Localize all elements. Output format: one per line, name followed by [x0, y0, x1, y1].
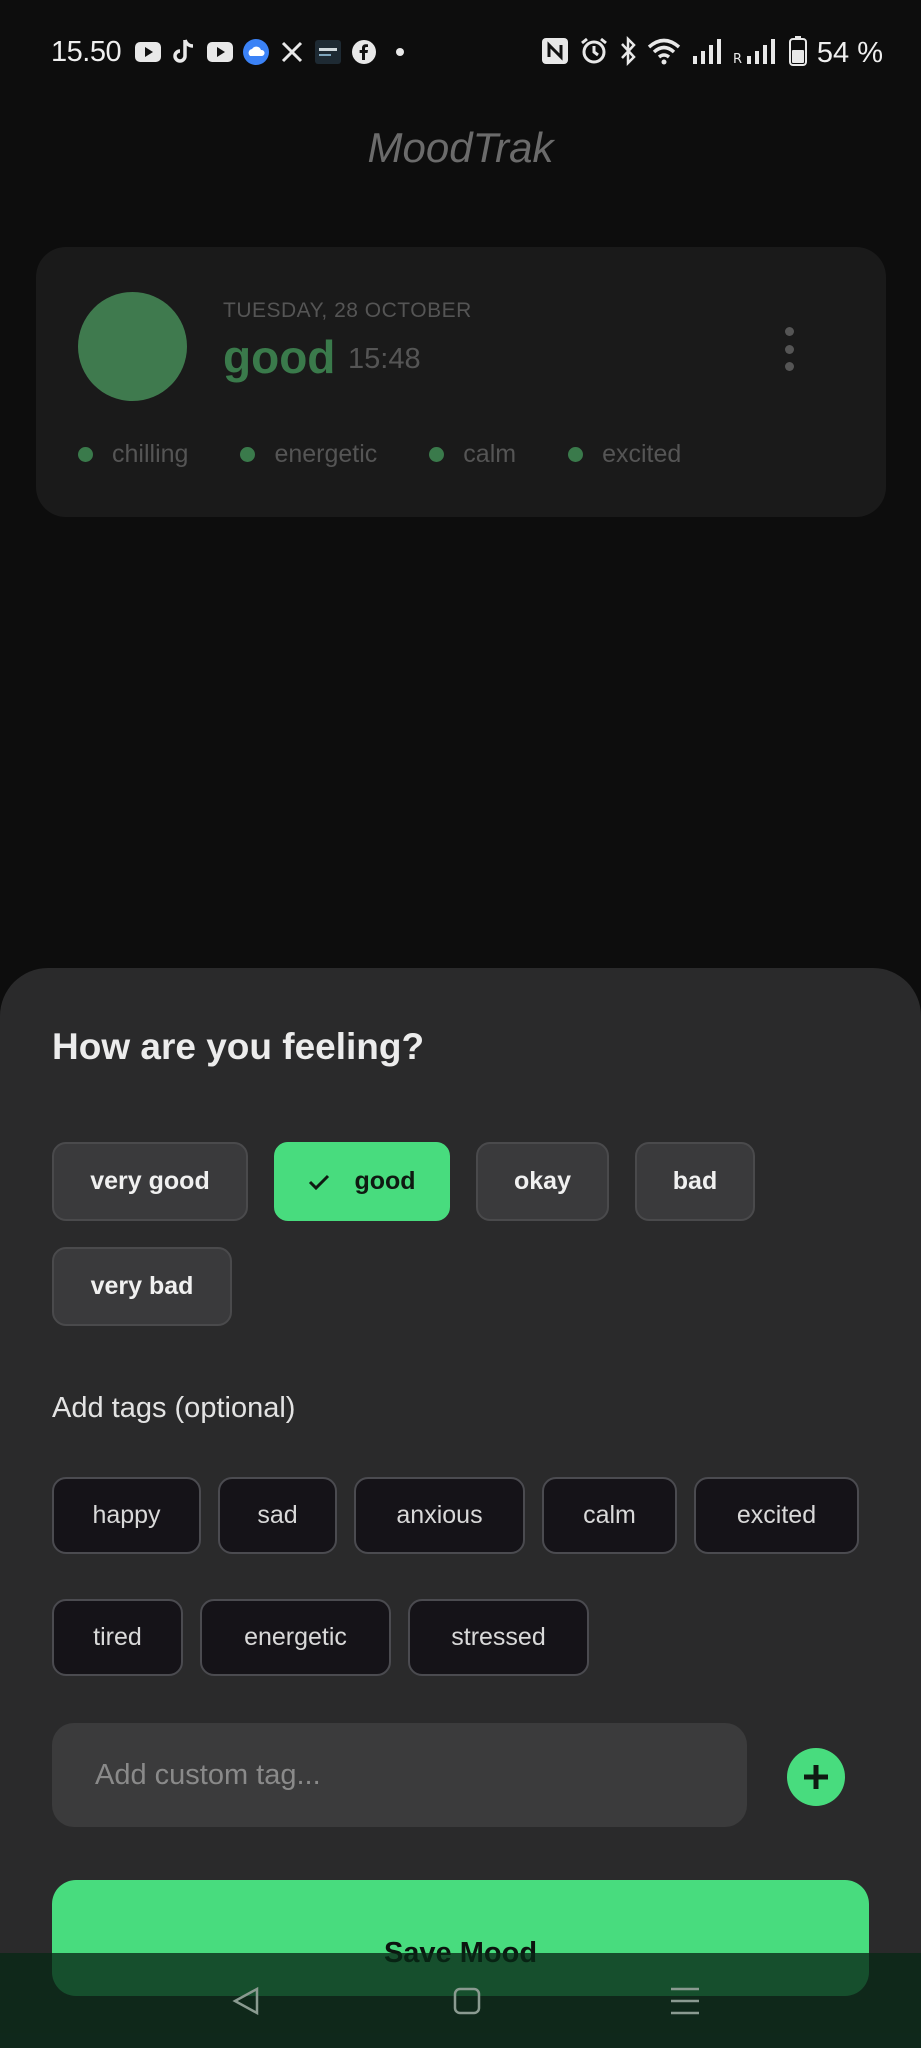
status-bar: 15.50 R 54 %	[0, 0, 921, 108]
tag-chip-calm[interactable]: calm	[542, 1477, 677, 1554]
entry-mood: good	[223, 331, 336, 383]
wifi-icon	[647, 37, 681, 70]
mood-chip-label: very good	[90, 1167, 210, 1195]
entry-tag-label: energetic	[274, 440, 378, 468]
youtube-icon	[134, 38, 162, 66]
recents-icon[interactable]	[667, 1983, 703, 2019]
add-tag-button[interactable]	[787, 1748, 845, 1806]
tag-chip-happy[interactable]: happy	[52, 1477, 201, 1554]
mood-chip-very-bad[interactable]: very bad	[52, 1247, 232, 1326]
notification-icons	[134, 38, 414, 66]
mood-chip-label: okay	[514, 1167, 571, 1195]
more-vert-icon[interactable]	[779, 327, 799, 371]
tag-chip-label: excited	[736, 1501, 817, 1529]
mood-chip-label: good	[354, 1167, 416, 1195]
entry-tag-label: chilling	[112, 440, 189, 468]
tag-chip-energetic[interactable]: energetic	[200, 1599, 391, 1676]
entry-tag-label: excited	[602, 440, 682, 468]
tag-chip-label: tired	[93, 1623, 142, 1651]
entry-tag: excited	[568, 440, 681, 469]
dot-icon	[386, 38, 414, 66]
system-icons: R 54 %	[541, 35, 883, 71]
mood-chip-bad[interactable]: bad	[635, 1142, 755, 1221]
check-icon	[309, 1174, 330, 1190]
sheet-title: How are you feeling?	[52, 1026, 425, 1067]
tag-dot	[429, 447, 445, 462]
tag-dot	[240, 447, 256, 462]
status-time: 15.50	[51, 36, 122, 68]
tag-chip-label: stressed	[451, 1623, 546, 1651]
x-icon	[278, 38, 306, 66]
plus-icon	[804, 1765, 828, 1789]
entry-tag: calm	[429, 440, 516, 469]
tag-dot	[568, 447, 584, 462]
entry-time: 15:48	[348, 343, 421, 375]
mood-entry-card[interactable]: TUESDAY, 28 OCTOBER good 15:48 chilling …	[36, 247, 886, 517]
tag-chip-label: sad	[257, 1501, 298, 1529]
tag-chip-label: anxious	[396, 1501, 483, 1529]
svg-text:R: R	[733, 52, 742, 64]
app-title: MoodTrak	[367, 124, 554, 171]
mood-chip-okay[interactable]: okay	[476, 1142, 609, 1221]
battery-icon	[788, 36, 807, 71]
tag-dot	[78, 447, 93, 462]
tag-chip-tired[interactable]: tired	[52, 1599, 183, 1676]
navigation-bar	[0, 1953, 921, 2048]
alarm-icon	[579, 36, 609, 71]
tag-chip-label: happy	[92, 1501, 161, 1529]
tag-chip-label: calm	[583, 1501, 636, 1529]
custom-tag-input[interactable]	[52, 1723, 747, 1827]
news-icon	[314, 38, 342, 66]
youtube-icon	[206, 38, 234, 66]
tag-chip-excited[interactable]: excited	[694, 1477, 859, 1554]
tiktok-icon	[170, 38, 198, 66]
mood-bottom-sheet: How are you feeling? very good good okay…	[0, 968, 921, 2048]
tag-chip-anxious[interactable]: anxious	[354, 1477, 525, 1554]
entry-tag-label: calm	[463, 440, 517, 468]
signal-roaming-icon: R	[733, 38, 779, 69]
mood-avatar	[78, 292, 187, 401]
signal-icon	[691, 38, 723, 69]
nfc-icon	[541, 37, 569, 70]
mood-chip-label: bad	[672, 1167, 718, 1195]
mood-chip-very-good[interactable]: very good	[52, 1142, 248, 1221]
mood-chip-label: very bad	[90, 1272, 194, 1300]
tags-title: Add tags (optional)	[52, 1392, 296, 1424]
tag-chip-stressed[interactable]: stressed	[408, 1599, 589, 1676]
entry-date: TUESDAY, 28 OCTOBER	[223, 299, 472, 322]
weather-icon	[242, 38, 270, 66]
tag-chip-label: energetic	[244, 1623, 347, 1651]
home-icon[interactable]	[449, 1983, 485, 2019]
mood-chip-good[interactable]: good	[274, 1142, 450, 1221]
entry-tags: chilling energetic calm excited	[78, 440, 733, 469]
battery-percent: 54 %	[816, 37, 883, 69]
entry-tag: chilling	[78, 440, 188, 469]
back-icon[interactable]	[228, 1983, 264, 2019]
facebook-icon	[350, 38, 378, 66]
entry-tag: energetic	[240, 440, 377, 469]
tag-chip-sad[interactable]: sad	[218, 1477, 337, 1554]
bluetooth-icon	[619, 35, 637, 71]
